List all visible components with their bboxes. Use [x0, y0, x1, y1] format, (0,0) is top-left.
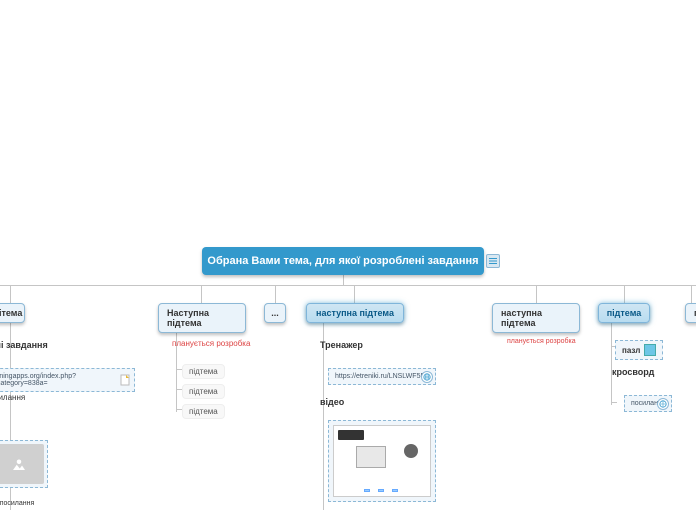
video-thumbnail: [333, 425, 431, 497]
image-attachment[interactable]: [0, 440, 48, 488]
topic-label: наступна підтема: [501, 308, 571, 328]
topic-ellipsis[interactable]: ...: [264, 303, 286, 323]
attachment-icon: [120, 374, 132, 386]
root-title: Обрана Вами тема, для якої розроблені за…: [207, 255, 478, 267]
topic-next-3[interactable]: наступна підтема: [492, 303, 580, 333]
sub-label: підтема: [189, 407, 218, 416]
globe-icon: [421, 371, 433, 383]
topic-partial-right[interactable]: пі: [685, 303, 696, 323]
link-text: https://etreniki.ru/LNSLWF55LL: [335, 373, 432, 380]
puzzle-label: пазл: [622, 346, 640, 355]
topic-label: ітема: [0, 308, 22, 318]
trainer-link[interactable]: https://etreniki.ru/LNSLWF55LL: [328, 368, 436, 385]
topic-next-1[interactable]: Наступна підтема: [158, 303, 246, 333]
notes-icon[interactable]: [486, 254, 500, 268]
planned-label-2: планується розробка: [507, 338, 576, 345]
image-placeholder-icon: [0, 444, 44, 484]
link-subtitle: осилання: [0, 393, 25, 402]
sub-1-c[interactable]: підтема: [182, 404, 225, 419]
video-title: відео: [320, 397, 344, 407]
topic-sub-4[interactable]: підтема: [598, 303, 650, 323]
interactive-tasks-title: вні завдання: [0, 340, 48, 350]
crossword-link[interactable]: посилання: [624, 395, 672, 412]
root-topic[interactable]: Обрана Вами тема, для якої розроблені за…: [202, 247, 484, 275]
topic-next-2-selected[interactable]: наступна підтема: [306, 303, 404, 323]
planned-label-1: планується розробка: [172, 339, 250, 348]
puzzle-icon: [644, 344, 656, 356]
image-hint: на посилання: [0, 500, 34, 507]
globe-icon: [657, 398, 669, 410]
learningapps-link[interactable]: rningapps.org/index.php?category=838a=: [0, 368, 135, 392]
topic-label: Наступна підтема: [167, 308, 237, 328]
puzzle-node[interactable]: пазл: [615, 340, 663, 360]
video-attachment[interactable]: [328, 420, 436, 502]
sub-label: підтема: [189, 387, 218, 396]
sub-label: підтема: [189, 367, 218, 376]
topic-label: підтема: [607, 308, 642, 318]
trainer-title: Тренажер: [320, 340, 363, 350]
crossword-title: кросворд: [612, 367, 654, 377]
link-text: rningapps.org/index.php?category=838a=: [0, 373, 116, 387]
topic-label: наступна підтема: [316, 308, 394, 318]
sub-1-a[interactable]: підтема: [182, 364, 225, 379]
sub-1-b[interactable]: підтема: [182, 384, 225, 399]
topic-partial-left[interactable]: ітема: [0, 303, 25, 323]
ellipsis-label: ...: [271, 308, 279, 318]
